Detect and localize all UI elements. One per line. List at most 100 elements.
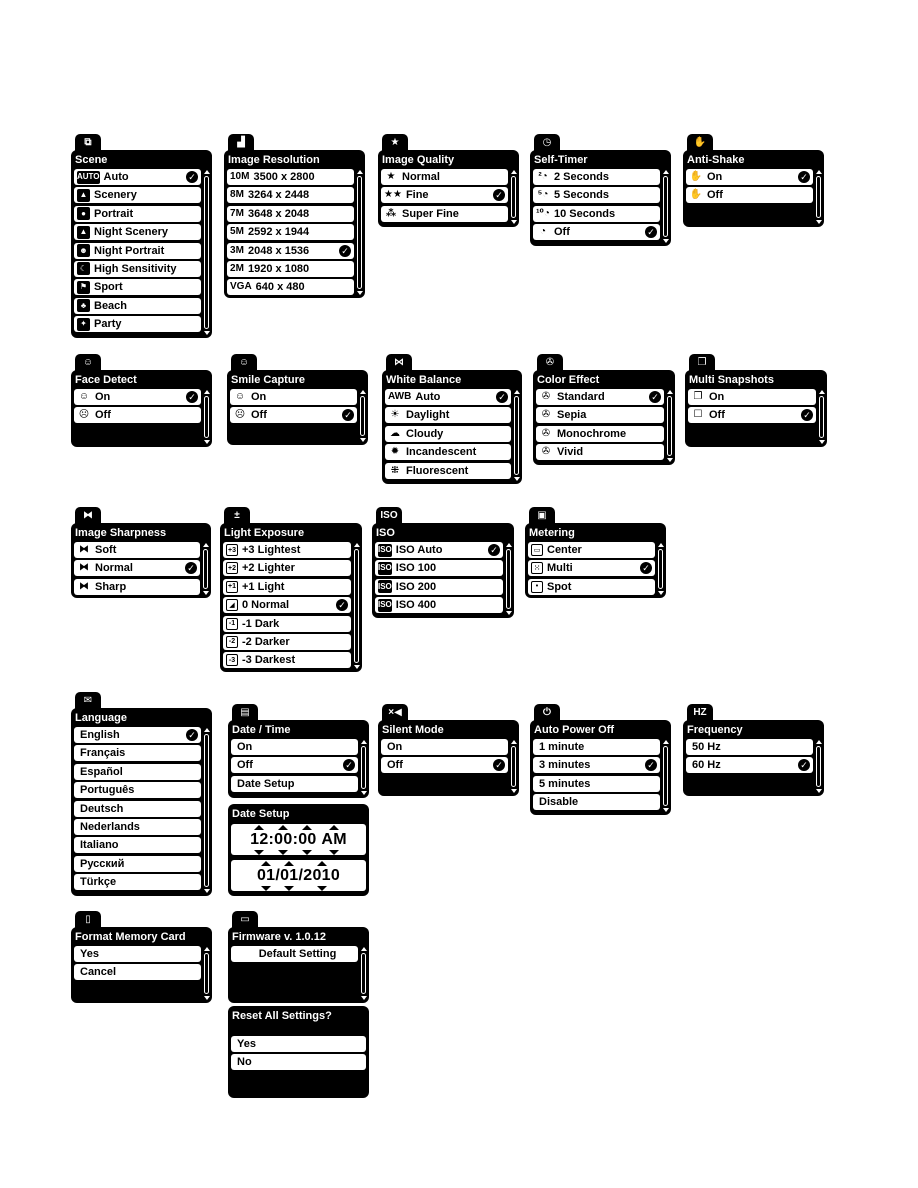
scroll-track[interactable] bbox=[361, 746, 366, 789]
menu-option[interactable]: ◔ Off ✓ bbox=[533, 224, 660, 241]
scroll-up-arrow-icon[interactable] bbox=[203, 543, 209, 547]
scrollbar[interactable] bbox=[663, 170, 669, 243]
scroll-down-arrow-icon[interactable] bbox=[667, 458, 673, 462]
time-field[interactable]: 12:00:00 AM bbox=[231, 824, 366, 855]
menu-option[interactable]: 7M 3648 x 2048 bbox=[227, 205, 354, 222]
scroll-up-arrow-icon[interactable] bbox=[658, 543, 664, 547]
menu-option[interactable]: Nederlands bbox=[74, 818, 201, 835]
menu-option[interactable]: ⁙ Multi ✓ bbox=[528, 560, 655, 577]
menu-option[interactable]: 50 Hz bbox=[686, 739, 813, 755]
calendar-icon[interactable]: ▤ bbox=[232, 704, 258, 721]
scroll-up-arrow-icon[interactable] bbox=[816, 170, 822, 174]
scrollbar[interactable] bbox=[511, 740, 517, 793]
menu-option[interactable]: ☺ On bbox=[230, 389, 357, 405]
menu-option[interactable]: ♣ Beach bbox=[74, 297, 201, 314]
scroll-track[interactable] bbox=[816, 746, 821, 787]
scroll-down-arrow-icon[interactable] bbox=[816, 220, 822, 224]
menu-option[interactable]: 2M 1920 x 1080 bbox=[227, 260, 354, 277]
scroll-down-arrow-icon[interactable] bbox=[204, 889, 210, 893]
menu-option[interactable]: Default Setting bbox=[231, 946, 358, 962]
scrollbar[interactable] bbox=[667, 390, 673, 462]
scroll-track[interactable] bbox=[204, 734, 209, 887]
menu-option[interactable]: ☾ High Sensitivity bbox=[74, 260, 201, 277]
scroll-up-arrow-icon[interactable] bbox=[506, 543, 512, 547]
scroll-up-arrow-icon[interactable] bbox=[361, 740, 367, 744]
ampm-spinner[interactable]: AM bbox=[321, 824, 347, 855]
menu-option[interactable]: ⁵◔ 5 Seconds bbox=[533, 187, 660, 204]
scroll-up-arrow-icon[interactable] bbox=[360, 390, 366, 394]
menu-option[interactable]: ☁ Cloudy bbox=[385, 425, 511, 442]
scroll-track[interactable] bbox=[361, 953, 366, 994]
color-effect-icon[interactable]: ✇ bbox=[537, 354, 563, 371]
menu-option[interactable]: 3 minutes ✓ bbox=[533, 757, 660, 774]
menu-option[interactable]: 5 minutes bbox=[533, 775, 660, 792]
menu-option[interactable]: ⧓ Normal ✓ bbox=[74, 560, 200, 577]
scrollbar[interactable] bbox=[514, 390, 520, 481]
menu-option[interactable]: Cancel bbox=[74, 964, 201, 981]
white-balance-icon[interactable]: ⋈ bbox=[386, 354, 412, 371]
menu-option[interactable]: ☻ Night Portrait bbox=[74, 242, 201, 259]
menu-option[interactable]: ✇ Standard ✓ bbox=[536, 389, 664, 405]
scrollbar[interactable] bbox=[361, 740, 367, 795]
scrollbar[interactable] bbox=[360, 390, 366, 442]
multi-snapshot-icon[interactable]: ❐ bbox=[689, 354, 715, 371]
menu-option[interactable]: ✇ Vivid bbox=[536, 444, 664, 461]
menu-option[interactable]: Español bbox=[74, 763, 201, 780]
menu-option[interactable]: ²◔ 2 Seconds bbox=[533, 169, 660, 185]
menu-option[interactable]: On bbox=[231, 739, 358, 755]
scrollbar[interactable] bbox=[819, 390, 825, 444]
menu-option[interactable]: ★ Normal bbox=[381, 169, 508, 185]
menu-option[interactable]: Yes bbox=[74, 946, 201, 962]
power-icon[interactable]: ⏻ bbox=[534, 704, 560, 721]
timer-icon[interactable]: ◷ bbox=[534, 134, 560, 151]
scrollbar[interactable] bbox=[204, 390, 210, 444]
scroll-up-arrow-icon[interactable] bbox=[514, 390, 520, 394]
scrollbar[interactable] bbox=[203, 543, 209, 595]
menu-option[interactable]: ✦ Party bbox=[74, 316, 201, 333]
menu-option[interactable]: ⧓ Soft bbox=[74, 542, 200, 558]
menu-option[interactable]: +2 +2 Lighter bbox=[223, 560, 351, 577]
menu-option[interactable]: Русский bbox=[74, 855, 201, 872]
menu-option[interactable]: ● Portrait bbox=[74, 205, 201, 222]
face-icon[interactable]: ☺ bbox=[75, 354, 101, 371]
scroll-down-arrow-icon[interactable] bbox=[354, 665, 360, 669]
menu-option[interactable]: Off ✓ bbox=[231, 757, 358, 774]
scroll-down-arrow-icon[interactable] bbox=[658, 591, 664, 595]
scrollbar[interactable] bbox=[361, 947, 367, 1000]
window-icon[interactable]: ▭ bbox=[232, 911, 258, 928]
scroll-down-arrow-icon[interactable] bbox=[819, 440, 825, 444]
menu-option[interactable]: ISO ISO 200 bbox=[375, 578, 503, 595]
menu-option[interactable]: ☺ On ✓ bbox=[74, 389, 201, 405]
menu-option[interactable]: ☐ Off ✓ bbox=[688, 407, 816, 424]
menu-option[interactable]: -2 -2 Darker bbox=[223, 633, 351, 650]
speech-bubble-icon[interactable]: ✉ bbox=[75, 692, 101, 709]
menu-option[interactable]: +1 +1 Light bbox=[223, 578, 351, 595]
menu-option[interactable]: AWB Auto ✓ bbox=[385, 389, 511, 405]
menu-option[interactable]: ISO ISO 100 bbox=[375, 560, 503, 577]
scene-icon[interactable]: ⧉ bbox=[75, 134, 101, 151]
scroll-track[interactable] bbox=[667, 396, 672, 456]
scroll-track[interactable] bbox=[819, 396, 824, 438]
date-field[interactable]: 01/01/2010 bbox=[231, 860, 366, 891]
scrollbar[interactable] bbox=[204, 947, 210, 1000]
menu-option[interactable]: ★★ Fine ✓ bbox=[381, 187, 508, 204]
second-spinner[interactable]: 00 bbox=[298, 824, 316, 855]
scroll-up-arrow-icon[interactable] bbox=[667, 390, 673, 394]
scroll-down-arrow-icon[interactable] bbox=[816, 789, 822, 793]
scroll-down-arrow-icon[interactable] bbox=[663, 239, 669, 243]
scroll-track[interactable] bbox=[514, 396, 519, 475]
scroll-up-arrow-icon[interactable] bbox=[204, 728, 210, 732]
mute-speaker-icon[interactable]: ×◀ bbox=[382, 704, 408, 721]
scroll-track[interactable] bbox=[663, 746, 668, 806]
iso-icon[interactable]: ISO bbox=[376, 507, 402, 524]
menu-option[interactable]: ▲ Scenery bbox=[74, 187, 201, 204]
menu-option[interactable]: Yes bbox=[231, 1036, 366, 1052]
menu-option[interactable]: ISO ISO Auto ✓ bbox=[375, 542, 503, 558]
menu-option[interactable]: Français bbox=[74, 745, 201, 762]
hand-icon[interactable]: ✋ bbox=[687, 134, 713, 151]
scrollbar[interactable] bbox=[816, 170, 822, 224]
scroll-track[interactable] bbox=[204, 953, 209, 994]
scroll-up-arrow-icon[interactable] bbox=[511, 170, 517, 174]
scroll-track[interactable] bbox=[357, 176, 362, 289]
menu-option[interactable]: ▭ Center bbox=[528, 542, 655, 558]
